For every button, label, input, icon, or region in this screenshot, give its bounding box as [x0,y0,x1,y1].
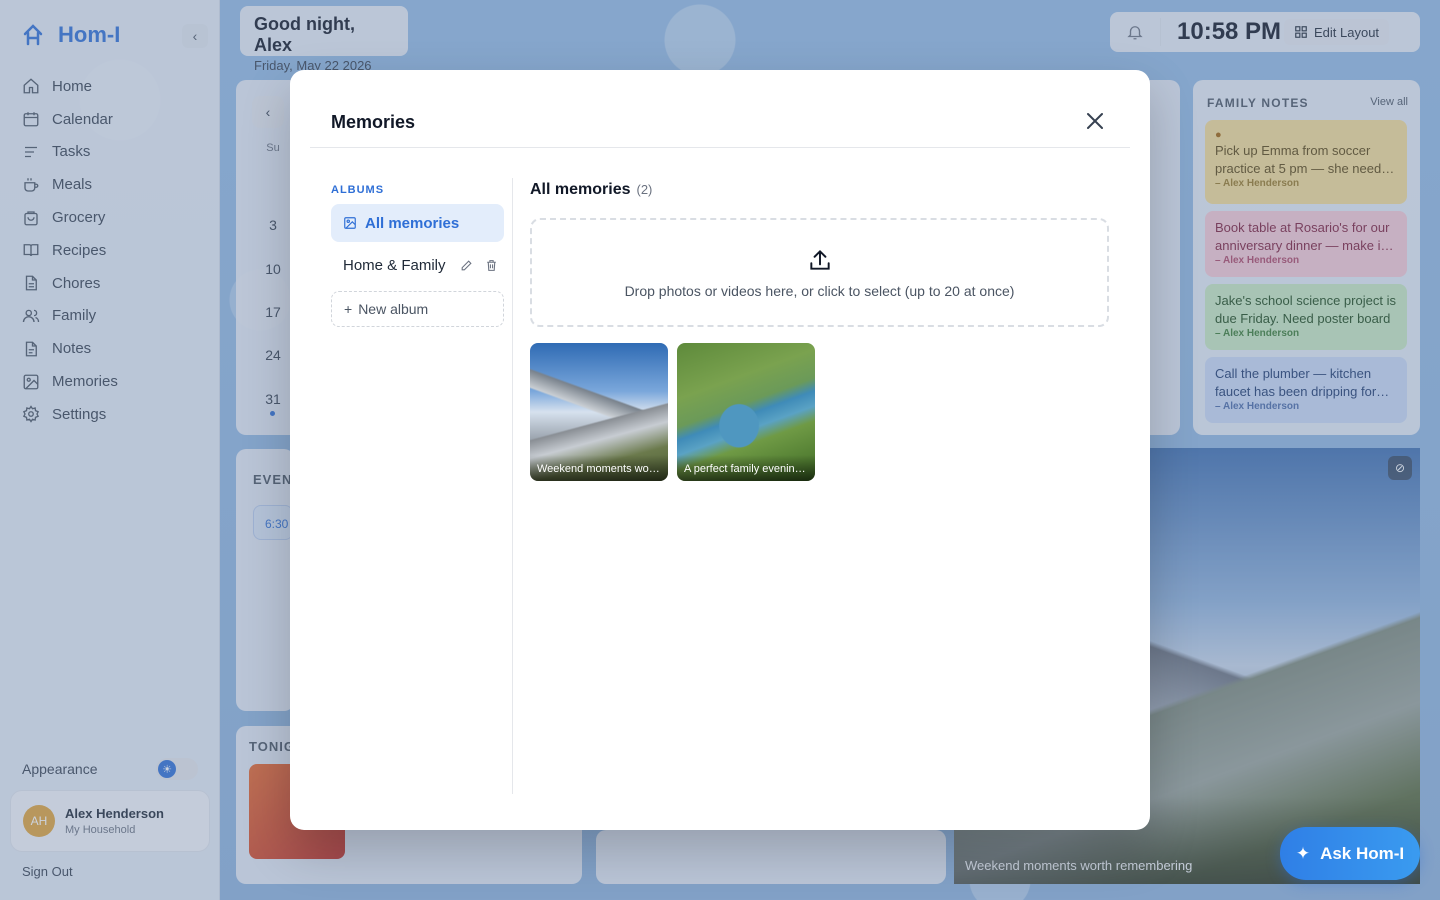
upload-icon [809,249,830,270]
close-button[interactable] [1082,108,1108,134]
memory-thumbnail[interactable]: A perfect family evening by the river [677,343,815,481]
thumbnail-caption: Weekend moments worth remembering [530,455,668,481]
album-home-family[interactable]: Home & Family [331,246,504,284]
thumbnail-caption: A perfect family evening by the river [677,455,815,481]
memory-count: (2) [636,182,653,197]
trash-icon[interactable] [485,259,498,272]
modal-title: Memories [331,112,416,132]
album-all-memories[interactable]: All memories [331,204,504,242]
edit-icon[interactable] [460,259,473,272]
ask-hom-i-button[interactable]: ✦ Ask Hom-I [1280,827,1420,880]
upload-dropzone[interactable]: Drop photos or videos here, or click to … [530,218,1109,327]
image-icon [344,217,356,229]
sparkle-icon: ✦ [1295,843,1311,863]
album-label: All memories [365,214,460,232]
section-title: All memories (2) [530,181,652,199]
plus-icon: + [344,301,353,317]
ask-button-label: Ask Hom-I [1320,843,1405,863]
new-album-label: New album [358,301,429,317]
album-label: Home & Family [343,256,446,274]
dropzone-text: Drop photos or videos here, or click to … [624,282,1015,299]
divider [310,147,1130,148]
albums-label: ALBUMS [331,184,385,196]
new-album-button[interactable]: + New album [331,291,504,327]
section-title-text: All memories [530,181,631,198]
memories-modal: Memories ALBUMS All memories Home & Fami… [290,70,1150,830]
close-icon [1087,113,1103,129]
memory-thumbnail[interactable]: Weekend moments worth remembering [530,343,668,481]
vertical-divider [512,178,513,794]
